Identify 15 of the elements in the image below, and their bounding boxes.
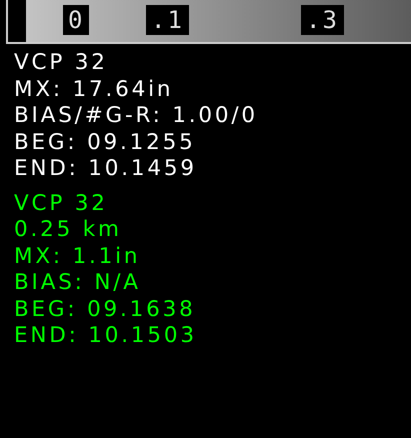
scale-label: 0 [63, 5, 90, 35]
scale-label: .3 [301, 5, 344, 35]
info-text: VCP 32 [14, 50, 109, 76]
scale-label: .1 [146, 5, 189, 35]
info-text: MX: 1.1in [14, 244, 142, 270]
info-text: BIAS: N/A [14, 270, 142, 296]
info-text: BIAS/#G-R: 1.00/0 [14, 103, 259, 130]
info-text: END: 10.1503 [14, 323, 198, 350]
info-text: MX: 17.64in [14, 76, 174, 103]
scale-end-block [8, 0, 26, 42]
info-text: BEG: 09.1638 [14, 296, 197, 323]
info-text: END: 10.1459 [14, 156, 198, 182]
info-text: 0.25 km [14, 217, 123, 244]
info-text: BEG: 09.1255 [14, 130, 197, 156]
info-text: VCP 32 [14, 190, 109, 217]
